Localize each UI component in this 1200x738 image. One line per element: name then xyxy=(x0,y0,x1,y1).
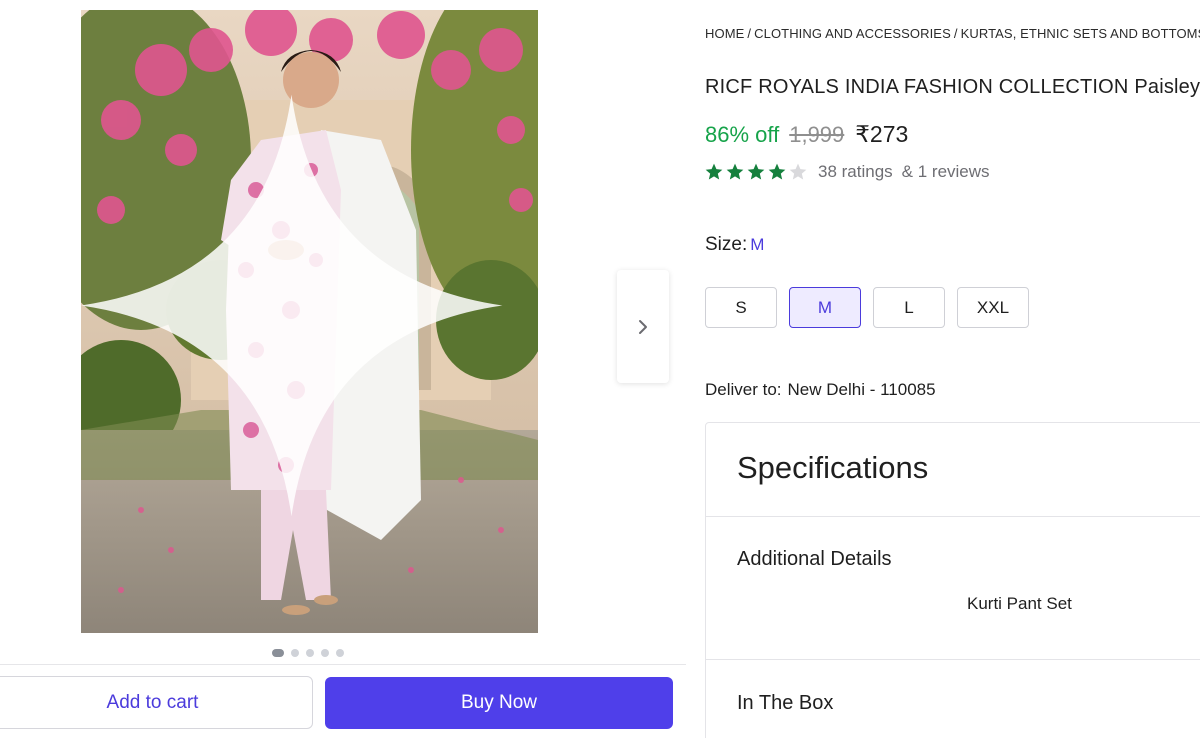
star-rating xyxy=(704,162,808,182)
star-filled-icon xyxy=(747,163,765,180)
size-option-l[interactable]: L xyxy=(873,287,945,328)
specifications-title: Specifications xyxy=(737,450,929,485)
carousel-dot[interactable] xyxy=(306,649,314,657)
breadcrumb: HOME / CLOTHING AND ACCESSORIES / KURTAS, ET… xyxy=(705,26,1200,41)
divider xyxy=(706,516,1200,517)
breadcrumb-separator: / xyxy=(953,26,958,41)
breadcrumb-clothing[interactable]: CLOTHING AND ACCESSORIES xyxy=(754,26,951,41)
carousel-dot[interactable] xyxy=(291,649,299,657)
deliver-label: Deliver to: xyxy=(705,380,782,399)
carousel-dot[interactable] xyxy=(272,649,284,657)
star-filled-icon xyxy=(705,163,723,180)
carousel-indicator xyxy=(272,649,344,657)
original-price: 1,999 xyxy=(789,122,845,147)
star-empty-icon xyxy=(789,163,807,180)
add-to-cart-button[interactable]: Add to cart xyxy=(0,676,313,729)
size-option-m[interactable]: M xyxy=(789,287,861,328)
breadcrumb-home[interactable]: HOME xyxy=(705,26,744,41)
carousel-dot[interactable] xyxy=(321,649,329,657)
additional-details-value: Kurti Pant Set xyxy=(967,594,1072,613)
product-image[interactable] xyxy=(81,10,538,633)
size-label-text: Size: xyxy=(705,234,748,255)
rating-row[interactable]: 38 ratings & 1 reviews xyxy=(704,162,990,182)
breadcrumb-kurtas[interactable]: KURTAS, ETHNIC SETS AND BOTTOMS xyxy=(961,26,1200,41)
selected-size: M xyxy=(750,235,765,254)
buy-now-button[interactable]: Buy Now xyxy=(325,677,673,729)
size-options: S M L XXL xyxy=(705,287,1029,328)
ratings-count: 38 ratings xyxy=(818,162,893,181)
size-label: Size: M xyxy=(705,234,764,256)
in-the-box-title[interactable]: In The Box xyxy=(737,692,833,715)
size-option-s[interactable]: S xyxy=(705,287,777,328)
delivery-pincode: New Delhi - 110085 xyxy=(787,380,936,399)
reviews-count: & 1 reviews xyxy=(901,162,990,181)
next-image-button[interactable] xyxy=(617,270,669,383)
price-row: 86% off 1,999 ₹273 xyxy=(705,121,908,148)
size-option-xxl[interactable]: XXL xyxy=(957,287,1029,328)
product-title: RICF ROYALS INDIA FASHION COLLECTION Pai… xyxy=(705,76,1200,98)
additional-details-title[interactable]: Additional Details xyxy=(737,548,892,571)
discount-percent: 86% off xyxy=(705,122,780,147)
selling-price: ₹273 xyxy=(855,121,909,147)
chevron-right-icon xyxy=(639,319,647,334)
delivery-location[interactable]: Deliver to: New Delhi - 110085 xyxy=(705,380,936,400)
breadcrumb-separator: / xyxy=(747,26,752,41)
divider xyxy=(706,659,1200,660)
sparkle-icon xyxy=(81,94,503,517)
star-filled-icon xyxy=(726,163,744,180)
carousel-dot[interactable] xyxy=(336,649,344,657)
star-filled-icon xyxy=(768,163,786,180)
